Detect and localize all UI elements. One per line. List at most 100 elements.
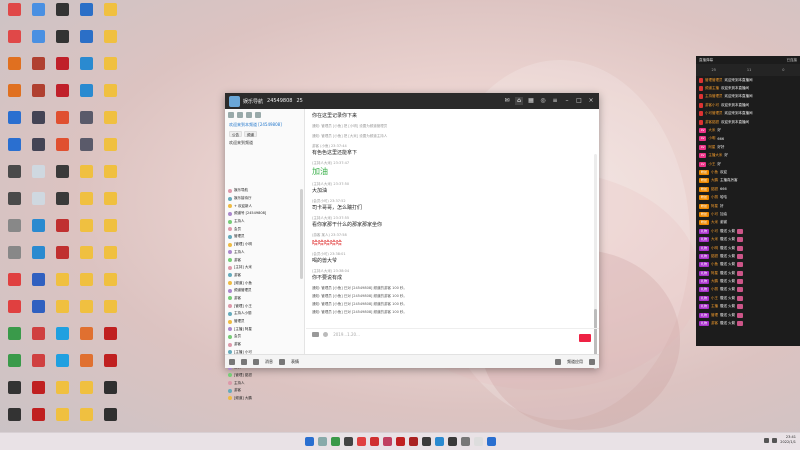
danmu-item[interactable]: 粉丝 小丽 哈哈 <box>696 193 800 201</box>
desktop-icon[interactable] <box>27 30 50 56</box>
home-icon[interactable]: ⌂ <box>515 97 523 105</box>
grid-icon[interactable]: ▦ <box>527 97 535 105</box>
desktop-icon[interactable] <box>51 300 74 326</box>
desktop-icon[interactable] <box>99 219 122 245</box>
desktop-icon[interactable] <box>51 381 74 407</box>
danmu-item[interactable]: 管理管理员 欢迎来到本直播间 <box>696 76 800 84</box>
desktop-icon[interactable] <box>75 246 98 272</box>
danmu-item[interactable]: 礼物 小鱼 赠送 火箭 <box>696 261 800 269</box>
desktop-icon[interactable] <box>99 327 122 353</box>
desktop-icon[interactable] <box>27 381 50 407</box>
member-row[interactable]: 游客 <box>225 295 300 303</box>
danmu-item[interactable]: 礼物 管理 赠送 火箭 <box>696 311 800 319</box>
more-icon[interactable] <box>589 358 595 365</box>
danmu-item[interactable]: 粉丝 阿星好 <box>696 202 800 210</box>
danmu-item[interactable]: LV 阿星 好好 <box>696 143 800 151</box>
desktop-icon[interactable] <box>99 30 122 56</box>
share-icon[interactable] <box>255 112 261 118</box>
member-row[interactable]: [频道] 小鱼 <box>225 279 300 287</box>
taskbar-app-icon[interactable] <box>331 437 340 446</box>
desktop-icon[interactable] <box>99 354 122 380</box>
desktop-icon[interactable] <box>27 408 50 434</box>
danmu-item[interactable]: 礼物 阿星 赠送 火箭 <box>696 269 800 277</box>
desktop-icon[interactable] <box>3 192 26 218</box>
desktop-icon[interactable] <box>3 354 26 380</box>
desktop-icon[interactable] <box>51 57 74 83</box>
desktop-icon[interactable] <box>99 381 122 407</box>
clock[interactable]: 23:41 2022/1/1 <box>780 435 796 445</box>
channel-avatar[interactable] <box>229 95 240 107</box>
taskbar-app-icon[interactable] <box>461 437 470 446</box>
desktop-icon[interactable] <box>27 3 50 29</box>
desktop-icon[interactable] <box>3 408 26 434</box>
desktop-icon[interactable] <box>27 327 50 353</box>
desktop-icon[interactable] <box>75 165 98 191</box>
desktop-icon[interactable] <box>51 84 74 110</box>
member-row[interactable]: 主持人 <box>225 249 300 257</box>
search-icon[interactable] <box>237 112 243 118</box>
notice-button[interactable]: 公告 <box>229 131 242 137</box>
message-input[interactable]: 2019...1.20... <box>306 328 599 354</box>
desktop-icon[interactable] <box>51 165 74 191</box>
channel-icon[interactable] <box>228 112 234 118</box>
taskbar-app-icon[interactable] <box>435 437 444 446</box>
desktop-icon[interactable] <box>75 327 98 353</box>
desktop-icon[interactable] <box>27 192 50 218</box>
desktop-icon[interactable] <box>3 300 26 326</box>
desktop-icon[interactable] <box>99 111 122 137</box>
send-button[interactable] <box>579 334 591 342</box>
desktop-icon[interactable] <box>27 84 50 110</box>
danmu-item[interactable]: LV 小明 666 <box>696 135 800 143</box>
emoji-icon[interactable] <box>322 332 328 337</box>
maximize-icon[interactable]: □ <box>575 97 583 105</box>
danmu-item[interactable]: LV 大米好 <box>696 126 800 134</box>
danmu-item[interactable]: 礼物 主播 赠送 火箭 <box>696 303 800 311</box>
taskbar-app-icon[interactable] <box>370 437 379 446</box>
danmu-item[interactable]: 粉丝 甜甜 666 <box>696 185 800 193</box>
speaker-icon[interactable] <box>229 358 235 365</box>
volume-icon[interactable] <box>772 437 778 443</box>
taskbar-app-icon[interactable] <box>396 437 405 446</box>
network-icon[interactable] <box>764 437 770 443</box>
desktop-icon[interactable] <box>51 219 74 245</box>
desktop-icon[interactable] <box>75 219 98 245</box>
member-row[interactable]: [管理] 小王 <box>225 302 300 310</box>
desktop-icon[interactable] <box>3 246 26 272</box>
desktop-icon[interactable] <box>51 354 74 380</box>
taskbar-app-icon[interactable] <box>383 437 392 446</box>
member-row[interactable]: 游客 <box>225 341 300 349</box>
member-row[interactable]: 频道管理员 <box>225 287 300 295</box>
desktop-icon[interactable] <box>99 246 122 272</box>
danmu-item[interactable]: 礼物 大鹏 赠送 火箭 <box>696 277 800 285</box>
danmu-item[interactable]: 礼物 甜甜 赠送 火箭 <box>696 252 800 260</box>
danmu-item[interactable]: 礼物 游客 赠送 火箭 <box>696 319 800 327</box>
desktop-icon[interactable] <box>99 3 122 29</box>
desktop-icon[interactable] <box>75 300 98 326</box>
bottom-label-b[interactable]: 表情 <box>291 359 299 365</box>
danmu-item[interactable]: 礼物 小明 赠送 火箭 <box>696 244 800 252</box>
format-icon[interactable] <box>312 332 319 337</box>
member-row[interactable]: 主持人 <box>225 218 300 226</box>
desktop-icon[interactable] <box>27 354 50 380</box>
danmu-item[interactable]: LV 主播大米好 <box>696 152 800 160</box>
desktop-icon[interactable] <box>51 327 74 353</box>
gamepad-icon[interactable]: ◎ <box>539 97 547 105</box>
desktop-icon[interactable] <box>3 111 26 137</box>
desktop-icon[interactable] <box>75 192 98 218</box>
desktop-icon[interactable] <box>75 273 98 299</box>
desktop-icon[interactable] <box>3 165 26 191</box>
desktop-icon[interactable] <box>27 57 50 83</box>
chat-title-bar[interactable]: 娱乐导航 24549808 25 ✉ ⌂ ▦ ◎ ≡ – □ × <box>225 93 599 109</box>
danmu-item[interactable]: 礼物 小王 赠送 火箭 <box>696 294 800 302</box>
desktop-icon[interactable] <box>3 3 26 29</box>
message-icon[interactable]: ✉ <box>503 97 511 105</box>
desktop-icon[interactable] <box>75 3 98 29</box>
desktop-icon[interactable] <box>99 300 122 326</box>
member-row[interactable]: 游客 <box>225 272 300 280</box>
desktop-icon[interactable] <box>51 246 74 272</box>
taskbar-app-icon[interactable] <box>357 437 366 446</box>
taskbar-app-icon[interactable] <box>474 437 483 446</box>
danmu-item[interactable]: 粉丝 大鹏 主播真厉害 <box>696 177 800 185</box>
desktop-icon[interactable] <box>99 165 122 191</box>
member-scrollbar[interactable] <box>300 189 303 279</box>
